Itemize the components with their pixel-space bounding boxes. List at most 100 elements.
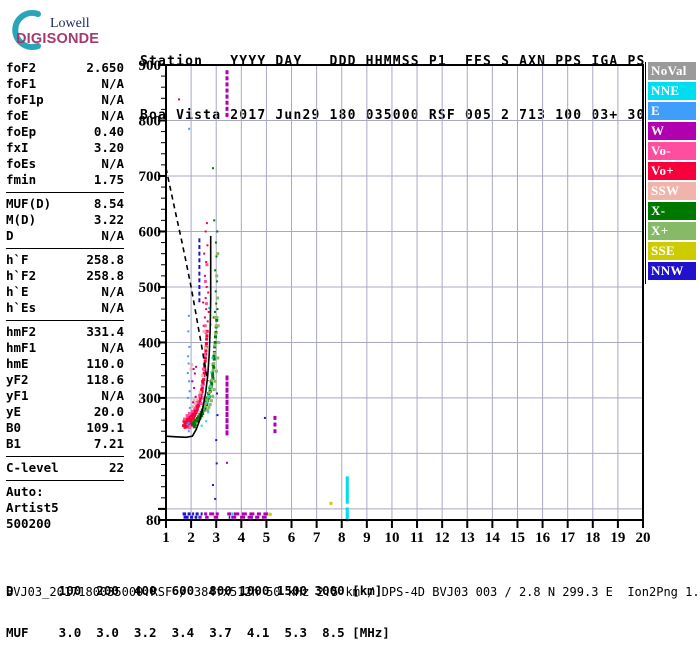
svg-text:4: 4: [238, 530, 246, 546]
echo-direction-legend: NoVal NNE E W Vo- Vo+ SSW X- X+ SSE NNW: [648, 62, 696, 282]
param-label: h`E: [6, 284, 29, 299]
section-divider: [6, 320, 124, 321]
svg-text:13: 13: [460, 530, 475, 546]
param-row-clevel: C-level 22: [6, 460, 124, 476]
param-value: N/A: [101, 340, 124, 355]
param-label: foE: [6, 108, 29, 123]
param-value: 20.0: [93, 404, 124, 419]
param-value: 0.40: [93, 124, 124, 139]
param-label: foF1p: [6, 92, 44, 107]
param-value: 3.22: [93, 212, 124, 227]
logo-lowell-text: Lowell: [50, 16, 90, 31]
param-value: N/A: [101, 228, 124, 243]
parameter-panel: foF2 2.650 foF1 N/A foF1p N/A foE N/A foEp 0.40 fx…: [6, 60, 124, 532]
param-value: N/A: [101, 388, 124, 403]
legend-item-nne: NNE: [648, 82, 696, 100]
param-value: 109.1: [86, 420, 124, 435]
param-value: N/A: [101, 156, 124, 171]
param-row-fmin: fmin 1.75: [6, 172, 124, 188]
legend-item-ssw: SSW: [648, 182, 696, 200]
param-row-hf: h`F 258.8: [6, 252, 124, 268]
svg-text:10: 10: [384, 530, 399, 546]
param-label: hmF1: [6, 340, 37, 355]
param-row-he: h`E N/A: [6, 284, 124, 300]
param-row-fof2: foF2 2.650: [6, 60, 124, 76]
svg-text:6: 6: [288, 530, 296, 546]
param-value: N/A: [101, 92, 124, 107]
param-row-d: D N/A: [6, 228, 124, 244]
legend-item-e: E: [648, 102, 696, 120]
svg-text:9: 9: [363, 530, 371, 546]
svg-text:19: 19: [610, 530, 625, 546]
param-label: yE: [6, 404, 22, 419]
param-value: 331.4: [86, 324, 124, 339]
param-row-ye: yE 20.0: [6, 404, 124, 420]
param-label: B0: [6, 420, 22, 435]
section-divider: [6, 248, 124, 249]
svg-text:14: 14: [485, 530, 501, 546]
param-label: hmE: [6, 356, 29, 371]
param-label: h`Es: [6, 300, 37, 315]
param-row-fof1p: foF1p N/A: [6, 92, 124, 108]
param-row-foes: foEs N/A: [6, 156, 124, 172]
param-label: foF2: [6, 60, 37, 75]
param-footer-line: Artist5: [6, 500, 59, 515]
svg-text:8: 8: [338, 530, 346, 546]
muf-distance-table: D 100 200 400 600 800 1000 1500 3000 [km…: [6, 556, 390, 654]
param-label: D: [6, 228, 14, 243]
param-value: N/A: [101, 284, 124, 299]
param-row-hf2: h`F2 258.8: [6, 268, 124, 284]
param-row-yf2: yF2 118.6: [6, 372, 124, 388]
svg-text:2: 2: [187, 530, 195, 546]
legend-item-sse: SSE: [648, 242, 696, 260]
svg-text:17: 17: [560, 530, 576, 546]
param-label: C-level: [6, 460, 59, 475]
svg-text:5: 5: [263, 530, 271, 546]
param-value: 3.20: [93, 140, 124, 155]
param-label: B1: [6, 436, 22, 451]
param-row-hes: h`Es N/A: [6, 300, 124, 316]
svg-text:700: 700: [139, 169, 162, 185]
param-label: foEp: [6, 124, 37, 139]
param-row-b1: B1 7.21: [6, 436, 124, 452]
param-row-yf1: yF1 N/A: [6, 388, 124, 404]
param-row-fxi: fxI 3.20: [6, 140, 124, 156]
section-divider: [6, 456, 124, 457]
svg-text:500: 500: [139, 280, 162, 296]
legend-item-vo: Vo-: [648, 142, 696, 160]
param-row-hmf1: hmF1 N/A: [6, 340, 124, 356]
lowell-digisonde-logo: Lowell DIGISONDE: [6, 6, 136, 56]
svg-text:800: 800: [139, 113, 162, 129]
legend-item-nnw: NNW: [648, 262, 696, 280]
param-value: 110.0: [86, 356, 124, 371]
svg-text:600: 600: [139, 224, 162, 240]
svg-text:400: 400: [139, 335, 162, 351]
legend-item-x: X-: [648, 202, 696, 220]
param-label: yF2: [6, 372, 29, 387]
legend-item-vo: Vo+: [648, 162, 696, 180]
param-label: fmin: [6, 172, 37, 187]
param-value: 2.650: [86, 60, 124, 75]
ionogram-plot: 1 2 3 4 5 6 7 8 9 10 11 12 13 14 15 16 17 18 19 20900800700…: [139, 58, 651, 546]
svg-text:300: 300: [139, 391, 162, 407]
param-footer-line: Auto:: [6, 484, 44, 499]
svg-text:7: 7: [313, 530, 321, 546]
svg-text:15: 15: [510, 530, 525, 546]
svg-text:3: 3: [212, 530, 220, 546]
param-row-fof1: foF1 N/A: [6, 76, 124, 92]
param-value: 258.8: [86, 268, 124, 283]
svg-text:80: 80: [146, 513, 161, 529]
legend-divider: [645, 62, 646, 284]
param-value: 22: [108, 460, 124, 475]
param-value: 258.8: [86, 252, 124, 267]
logo-digisonde-text: DIGISONDE: [16, 31, 100, 47]
section-divider: [6, 480, 124, 481]
svg-text:200: 200: [139, 446, 162, 462]
legend-item-noval: NoVal: [648, 62, 696, 80]
param-label: hmF2: [6, 324, 37, 339]
legend-item-w: W: [648, 122, 696, 140]
svg-text:16: 16: [535, 530, 551, 546]
svg-text:900: 900: [139, 58, 162, 74]
muf-row: MUF 3.0 3.0 3.2 3.4 3.7 4.1 5.3 8.5 [MHz…: [6, 625, 390, 640]
param-value: 8.54: [93, 196, 124, 211]
